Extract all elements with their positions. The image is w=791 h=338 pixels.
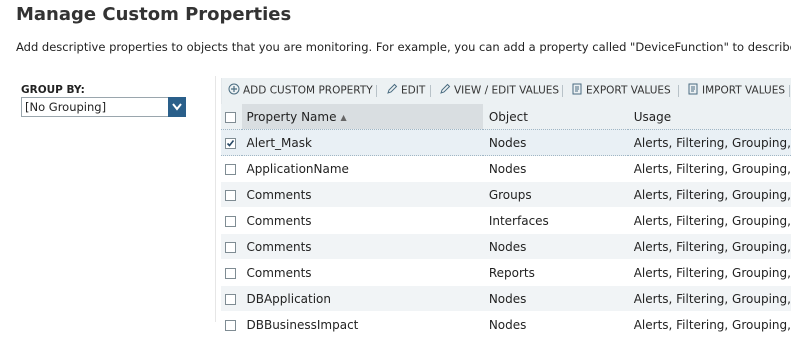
table-row[interactable]: DBApplication Nodes Alerts, Filtering, G…	[221, 285, 791, 312]
row-checkbox[interactable]	[225, 293, 236, 305]
groupby-selected-value: [No Grouping]	[25, 100, 107, 114]
usage-cell: Alerts, Filtering, Grouping,	[627, 259, 791, 286]
object-cell: Groups	[482, 181, 628, 208]
row-checkbox-cell	[221, 155, 243, 182]
object-cell: Nodes	[482, 311, 628, 338]
row-checkbox-cell	[221, 129, 243, 156]
plus-circle-icon	[228, 83, 240, 98]
document-export-icon	[571, 83, 583, 98]
table-row[interactable]: Comments Groups Alerts, Filtering, Group…	[221, 181, 791, 208]
pencil-icon	[439, 83, 451, 98]
property-name-cell: Comments	[242, 259, 483, 286]
object-cell: Nodes	[482, 155, 628, 182]
edit-label: EDIT	[401, 84, 426, 97]
table-row[interactable]: ApplicationName Nodes Alerts, Filtering,…	[221, 155, 791, 182]
usage-cell: Alerts, Filtering, Grouping,	[627, 285, 791, 312]
table-row[interactable]: Alert_Mask Nodes Alerts, Filtering, Grou…	[221, 129, 791, 156]
toolbar-separator	[430, 85, 431, 97]
row-checkbox[interactable]	[225, 137, 236, 149]
row-checkbox-cell	[221, 207, 243, 234]
document-import-icon	[687, 83, 699, 98]
import-values-button[interactable]: IMPORT VALUES	[687, 83, 785, 99]
row-checkbox[interactable]	[225, 241, 236, 253]
export-values-label: EXPORT VALUES	[586, 84, 671, 97]
usage-cell: Alerts, Filtering, Grouping,	[627, 155, 791, 182]
property-name-cell: Alert_Mask	[242, 129, 483, 156]
table-row[interactable]: Comments Nodes Alerts, Filtering, Groupi…	[221, 233, 791, 260]
object-cell: Nodes	[482, 285, 628, 312]
table-row[interactable]: DBBusinessImpact Nodes Alerts, Filtering…	[221, 311, 791, 338]
property-name-cell: ApplicationName	[242, 155, 483, 182]
custom-properties-table: Property Name ▲ Object Usage Alert_Mask N…	[221, 104, 791, 338]
usage-cell: Alerts, Filtering, Grouping,	[627, 207, 791, 234]
row-checkbox-cell	[221, 181, 243, 208]
object-cell: Nodes	[482, 129, 628, 156]
property-name-cell: DBBusinessImpact	[242, 311, 483, 338]
usage-cell: Alerts, Filtering, Grouping,	[627, 233, 791, 260]
row-checkbox[interactable]	[225, 163, 236, 175]
object-cell: Nodes	[482, 233, 628, 260]
chevron-down-icon[interactable]	[168, 97, 186, 117]
pencil-icon	[386, 83, 398, 98]
usage-cell: Alerts, Filtering, Grouping,	[627, 311, 791, 338]
row-checkbox[interactable]	[225, 215, 236, 227]
export-values-button[interactable]: EXPORT VALUES	[571, 83, 671, 99]
import-values-label: IMPORT VALUES	[702, 84, 786, 97]
row-checkbox-cell	[221, 285, 243, 312]
page-title: Manage Custom Properties	[16, 4, 292, 25]
column-label-usage: Usage	[633, 109, 672, 124]
column-header-property-name[interactable]: Property Name ▲	[242, 104, 483, 130]
usage-cell: Alerts, Filtering, Grouping,	[627, 129, 791, 156]
toolbar-separator	[376, 85, 377, 97]
select-all-checkbox[interactable]	[225, 111, 236, 123]
column-header-object[interactable]: Object	[482, 104, 628, 130]
property-name-cell: DBApplication	[242, 285, 483, 312]
page-description: Add descriptive properties to objects th…	[16, 40, 791, 54]
row-checkbox[interactable]	[225, 267, 236, 279]
column-label-object: Object	[488, 109, 528, 124]
usage-cell: Alerts, Filtering, Grouping,	[627, 181, 791, 208]
view-edit-values-button[interactable]: VIEW / EDIT VALUES	[439, 83, 559, 99]
toolbar: ADD CUSTOM PROPERTY EDIT VIEW / EDIT VAL…	[221, 78, 791, 104]
row-checkbox-cell	[221, 311, 243, 338]
edit-button[interactable]: EDIT	[386, 83, 425, 99]
table-row[interactable]: Comments Reports Alerts, Filtering, Grou…	[221, 259, 791, 286]
column-label-property-name: Property Name	[246, 109, 337, 124]
row-checkbox-cell	[221, 233, 243, 260]
toolbar-separator	[562, 85, 563, 97]
groupby-select[interactable]: [No Grouping]	[21, 97, 186, 117]
sort-ascending-icon: ▲	[340, 112, 347, 122]
select-all-cell	[221, 104, 243, 130]
table-row[interactable]: Comments Interfaces Alerts, Filtering, G…	[221, 207, 791, 234]
row-checkbox[interactable]	[225, 189, 236, 201]
toolbar-separator	[678, 85, 679, 97]
object-cell: Reports	[482, 259, 628, 286]
object-cell: Interfaces	[482, 207, 628, 234]
row-checkbox-cell	[221, 259, 243, 286]
property-name-cell: Comments	[242, 233, 483, 260]
groupby-label: GROUP BY:	[21, 84, 85, 96]
add-custom-property-label: ADD CUSTOM PROPERTY	[243, 84, 373, 97]
property-name-cell: Comments	[242, 207, 483, 234]
add-custom-property-button[interactable]: ADD CUSTOM PROPERTY	[228, 83, 373, 99]
row-checkbox[interactable]	[225, 319, 236, 331]
table-header-row: Property Name ▲ Object Usage	[221, 104, 791, 130]
property-name-cell: Comments	[242, 181, 483, 208]
view-edit-values-label: VIEW / EDIT VALUES	[454, 84, 560, 97]
column-header-usage[interactable]: Usage	[627, 104, 791, 130]
toolbar-separator	[789, 85, 790, 97]
